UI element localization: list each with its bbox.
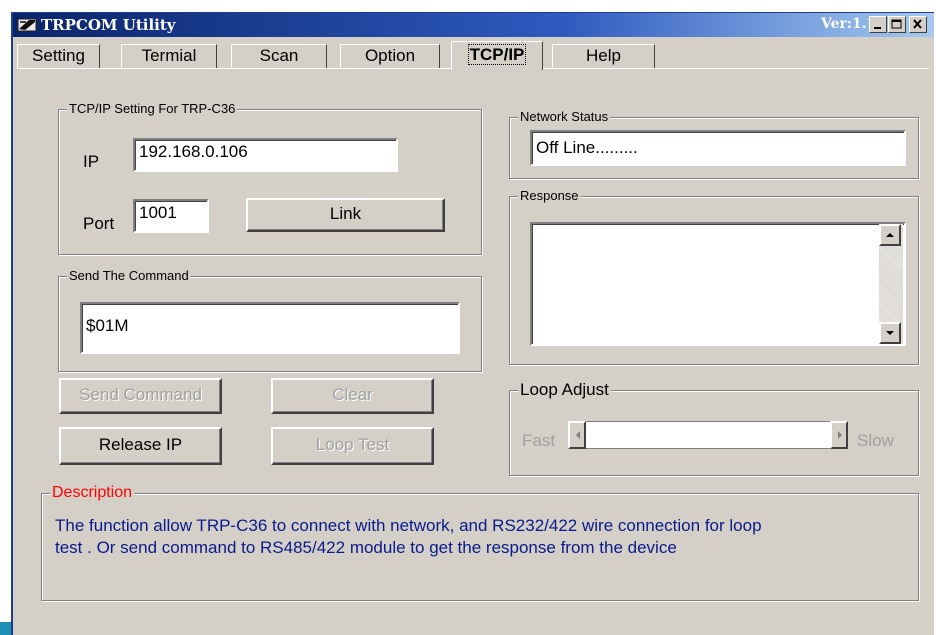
tab-scan[interactable]: Scan	[231, 44, 327, 69]
app-icon	[17, 18, 37, 32]
title-bar[interactable]: TRPCOM Utility Ver:1.1	[13, 13, 934, 37]
tab-help[interactable]: Help	[552, 44, 655, 69]
description-line-2: test . Or send command to RS485/422 modu…	[55, 538, 677, 557]
ip-input[interactable]: 192.168.0.106	[133, 138, 398, 172]
tab-label: Termial	[141, 46, 197, 65]
slider-right-button[interactable]	[830, 421, 848, 449]
response-textarea[interactable]	[530, 222, 906, 346]
link-button[interactable]: Link	[246, 198, 445, 232]
close-icon	[913, 19, 922, 29]
response-label: Response	[518, 188, 581, 204]
port-label: Port	[83, 214, 115, 233]
description-line-1: The function allow TRP-C36 to connect wi…	[55, 516, 762, 535]
tab-option[interactable]: Option	[340, 44, 440, 69]
maximize-icon	[891, 19, 902, 29]
tab-setting[interactable]: Setting	[17, 44, 100, 69]
app-window: TRPCOM Utility Ver:1.1 Setting Termial S…	[11, 12, 934, 635]
close-button[interactable]	[909, 16, 927, 33]
desktop-background-left	[0, 0, 10, 635]
desktop-background-top	[0, 0, 936, 12]
scroll-down-button[interactable]	[879, 322, 901, 344]
tab-label: Help	[586, 46, 621, 65]
tab-label: TCP/IP	[467, 44, 527, 65]
loop-test-button[interactable]: Loop Test	[271, 427, 434, 465]
minimize-button[interactable]	[869, 16, 887, 33]
tcpip-setting-group: TCP/IP Setting For TRP-C36	[58, 101, 482, 255]
command-input[interactable]: $01M	[80, 302, 460, 354]
tab-tcpip[interactable]: TCP/IP	[451, 41, 543, 70]
fast-label: Fast	[522, 431, 556, 450]
maximize-button[interactable]	[888, 16, 906, 33]
tab-label: Option	[364, 46, 416, 65]
slow-label: Slow	[857, 431, 894, 450]
scroll-up-button[interactable]	[879, 224, 901, 246]
port-input[interactable]: 1001	[133, 199, 209, 233]
slider-left-button[interactable]	[568, 421, 586, 449]
description-label: Description	[50, 484, 135, 502]
arrow-up-icon	[886, 233, 894, 237]
tcpip-setting-label: TCP/IP Setting For TRP-C36	[67, 101, 238, 117]
send-command-button[interactable]: Send Command	[59, 378, 222, 414]
tab-label: Scan	[259, 46, 299, 65]
arrow-left-icon	[576, 431, 580, 439]
clear-button[interactable]: Clear	[271, 378, 434, 414]
network-status-field: Off Line.........	[530, 130, 906, 166]
loop-speed-slider[interactable]	[568, 421, 848, 449]
release-ip-button[interactable]: Release IP	[59, 427, 222, 465]
send-command-label: Send The Command	[67, 268, 191, 284]
window-title: TRPCOM Utility	[41, 16, 176, 34]
arrow-down-icon	[886, 331, 894, 335]
minimize-icon	[874, 27, 881, 29]
loop-adjust-label: Loop Adjust	[518, 380, 611, 400]
arrow-right-icon	[838, 431, 842, 439]
tab-bar: Setting Termial Scan Option TCP/IP Help	[17, 41, 929, 70]
tab-termial[interactable]: Termial	[121, 44, 217, 69]
network-status-label: Network Status	[518, 109, 611, 125]
tab-label: Setting	[32, 46, 85, 65]
ip-label: IP	[83, 152, 100, 171]
